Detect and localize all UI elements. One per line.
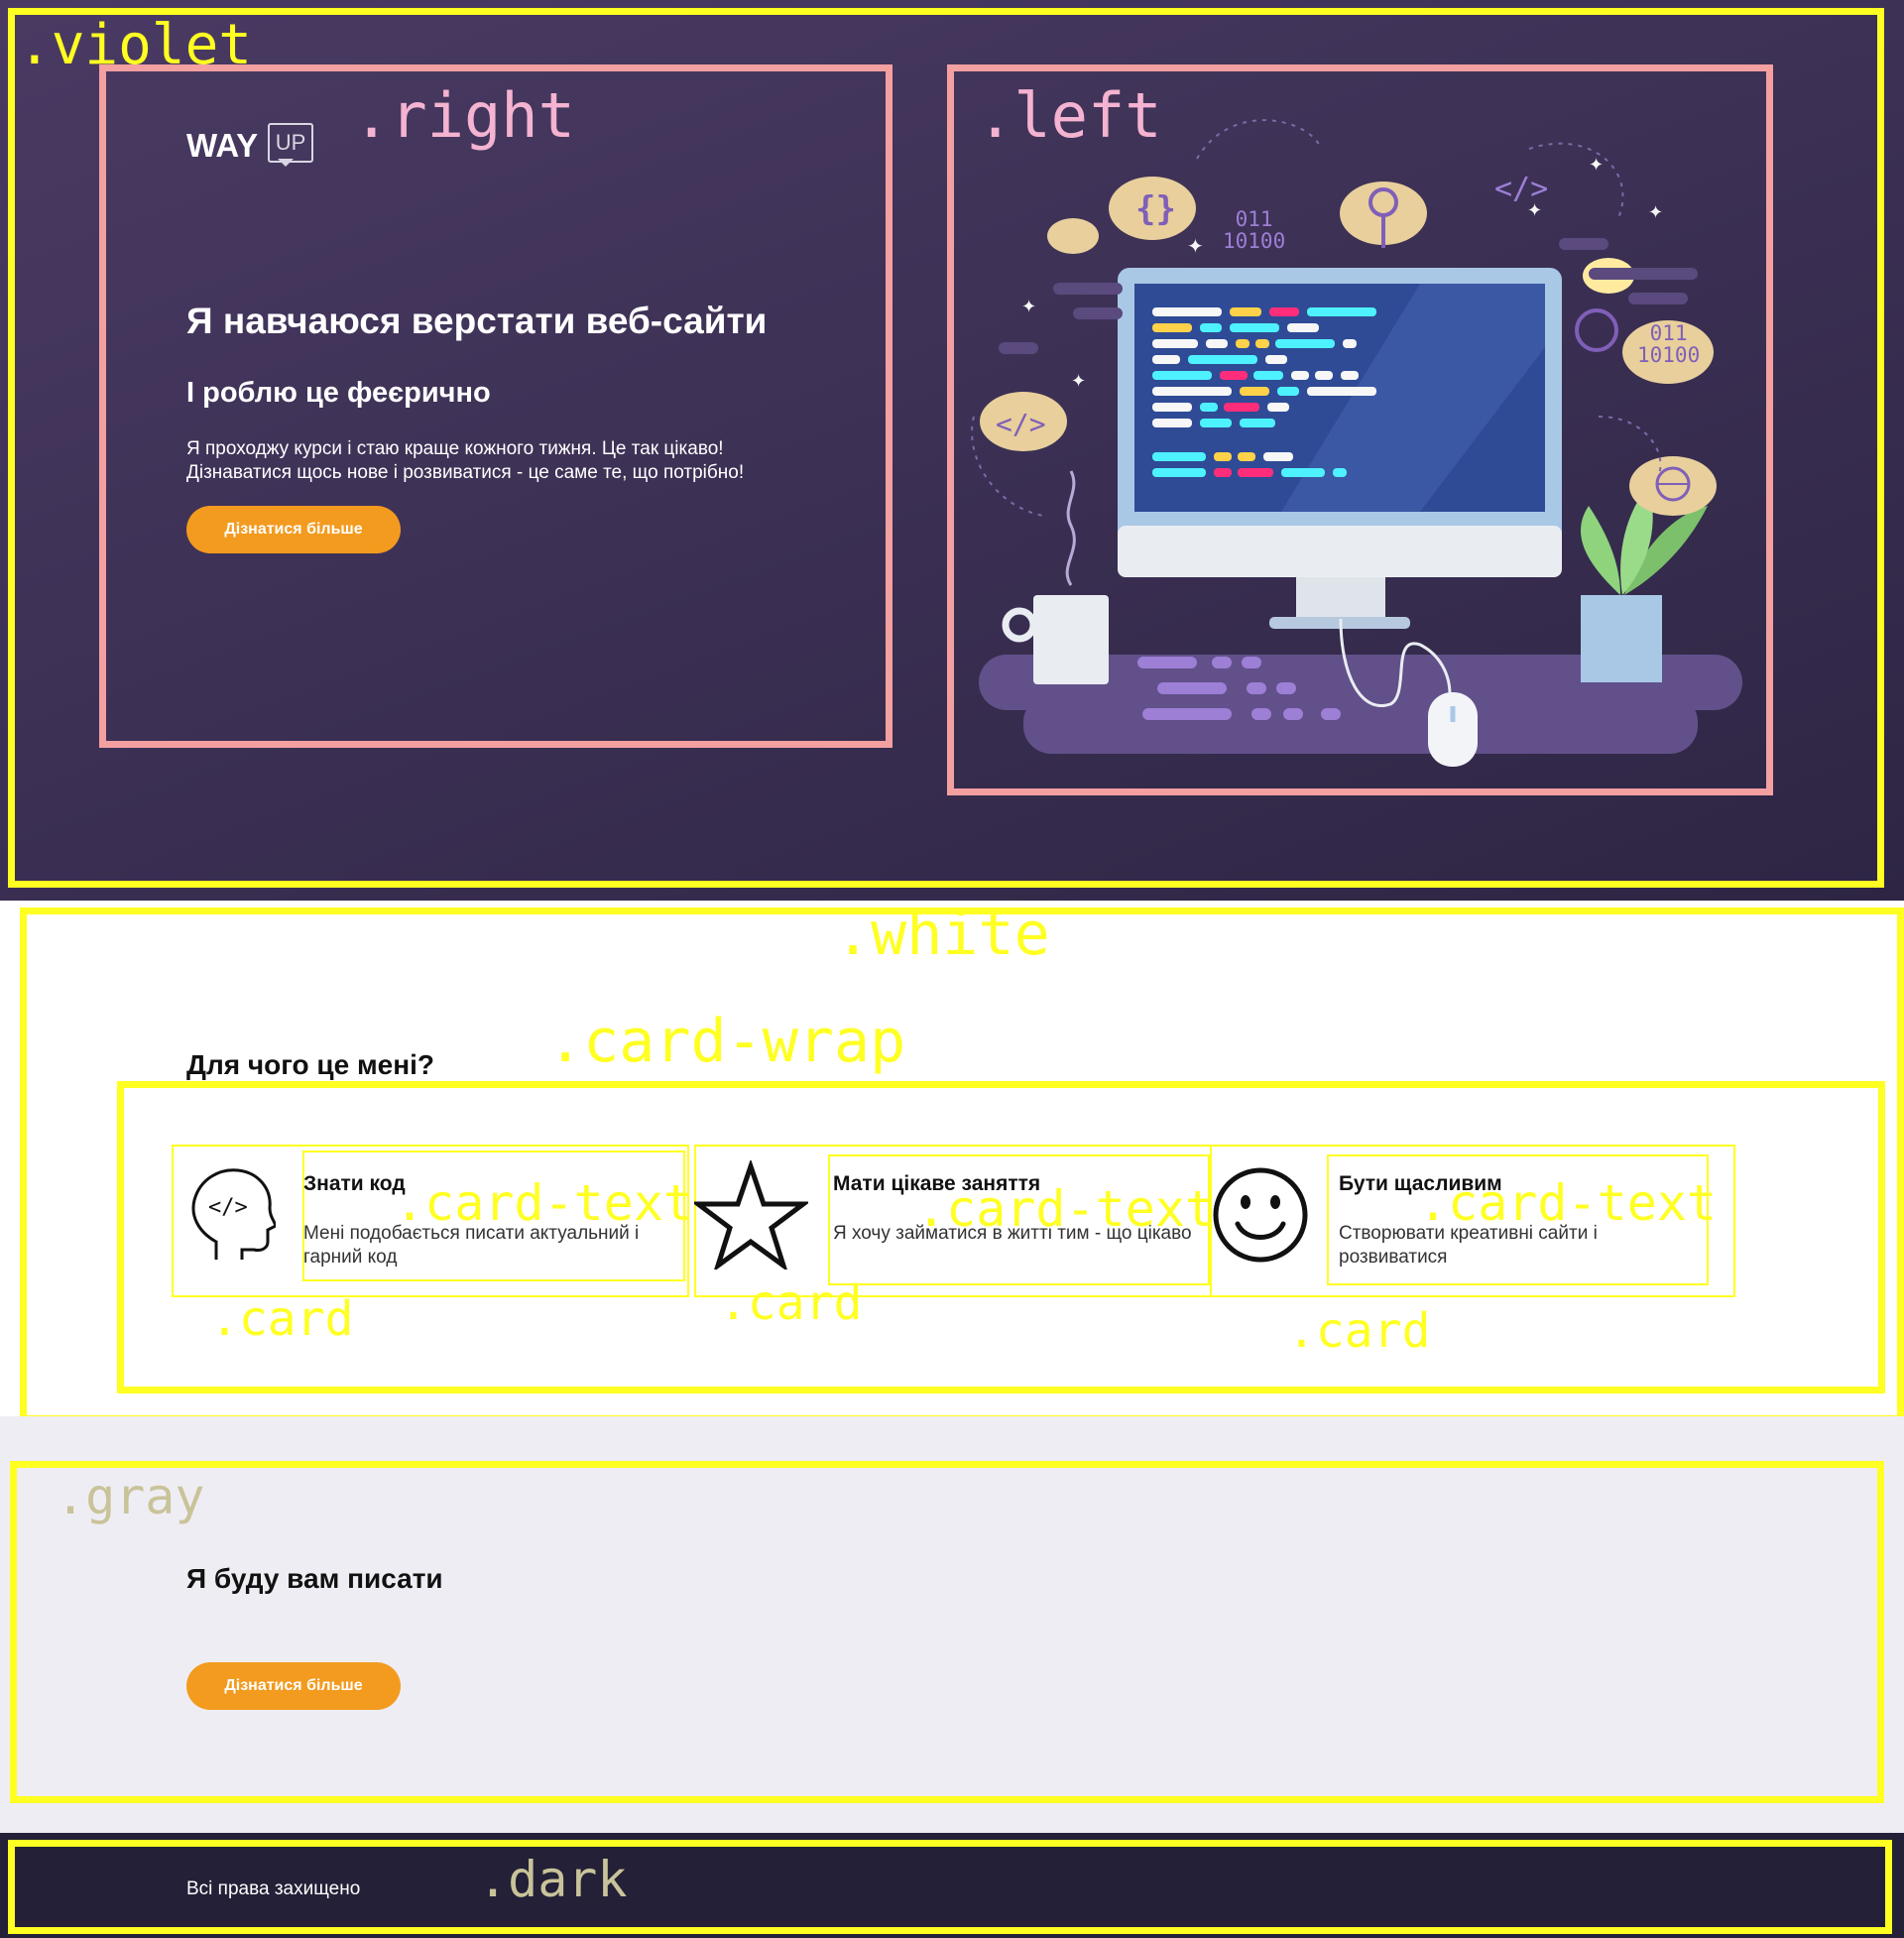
- binary-text-top: 011 10100: [1223, 208, 1285, 252]
- monitor-chin: [1118, 526, 1562, 577]
- card-wrap-label: .card-wrap: [547, 1007, 906, 1076]
- hero-subtitle: І роблю це феєрично: [186, 377, 491, 409]
- hero-text: Я проходжу курси і стаю краще кожного ти…: [186, 437, 744, 485]
- svg-text:</>: </>: [996, 408, 1046, 440]
- cloud-code-brackets: </>: [980, 392, 1067, 451]
- hero-text-line-1: Я проходжу курси і стаю краще кожного ти…: [186, 438, 724, 459]
- globe-icon: [1575, 308, 1618, 352]
- svg-text:✦: ✦: [1187, 234, 1204, 258]
- binary-right-line-1: 011: [1649, 321, 1688, 345]
- hero-title: Я навчаюся верстати веб-сайти: [186, 301, 768, 341]
- gray-outline: [10, 1461, 1884, 1803]
- mug-handle: [1002, 607, 1037, 643]
- logo-up-text: UP: [268, 123, 313, 163]
- gray-label: .gray: [56, 1468, 205, 1525]
- svg-text:✦: ✦: [1589, 155, 1604, 176]
- steam: [1065, 470, 1076, 586]
- plant-leaf-1: [1580, 506, 1620, 595]
- card-1-label: .card: [210, 1291, 354, 1347]
- contact-heading: Я буду вам писати: [186, 1563, 443, 1594]
- svg-text:✦: ✦: [1527, 200, 1542, 221]
- hero-learn-more-button[interactable]: Дізнатися більше: [186, 506, 401, 553]
- cloud-curly-braces: {}: [1109, 177, 1196, 240]
- card-1-text-label: .card-text: [395, 1174, 694, 1232]
- mouse: [1428, 692, 1478, 767]
- card-2-label: .card: [719, 1275, 863, 1331]
- white-label: .white: [835, 900, 1050, 969]
- right-label: .right: [353, 79, 575, 152]
- card-1-title: Знати код: [303, 1172, 406, 1195]
- card-3-label: .card: [1287, 1303, 1431, 1359]
- svg-text:✦: ✦: [1071, 371, 1086, 392]
- way-up-logo[interactable]: WAY UP: [186, 123, 315, 173]
- developer-illustration: {} </> </> ✦ ✦ ✦ ✦ ✦ ✦: [971, 119, 1742, 767]
- desk-base: [1023, 694, 1698, 754]
- cloud-search: [1340, 182, 1427, 248]
- smiley-icon: [1213, 1167, 1308, 1263]
- footer-copyright: Всі права захищено: [186, 1878, 361, 1899]
- logo-way-text: WAY: [186, 127, 259, 164]
- binary-top-line-1: 011: [1235, 207, 1273, 231]
- binary-text-right: 011 10100: [1637, 322, 1700, 366]
- monitor-neck: [1296, 577, 1385, 619]
- features-heading: Для чого це мені?: [186, 1049, 435, 1080]
- head-code-icon: </>: [191, 1168, 276, 1260]
- cloud-small: [1047, 218, 1099, 254]
- star-icon: [694, 1160, 808, 1270]
- binary-top-line-2: 10100: [1223, 229, 1286, 253]
- plant-pot: [1581, 595, 1662, 682]
- card-3-text-label: .card-text: [1418, 1174, 1718, 1232]
- binary-right-line-2: 10100: [1637, 343, 1701, 367]
- cloud-globe: [1629, 456, 1717, 516]
- dashed-arc-1: [1196, 119, 1322, 160]
- svg-text:✦: ✦: [1021, 297, 1036, 317]
- dark-label: .dark: [478, 1851, 628, 1908]
- hero-text-line-2: Дізнаватися щось нове і розвиватися - це…: [186, 462, 745, 483]
- card-2-text-label: .card-text: [916, 1180, 1216, 1238]
- svg-text:</>: </>: [208, 1195, 248, 1220]
- svg-text:✦: ✦: [1648, 202, 1663, 223]
- contact-learn-more-button[interactable]: Дізнатися більше: [186, 1662, 401, 1710]
- svg-text:{}: {}: [1135, 189, 1176, 229]
- logo-bubble-tail: [278, 159, 294, 167]
- coffee-mug: [1033, 595, 1109, 684]
